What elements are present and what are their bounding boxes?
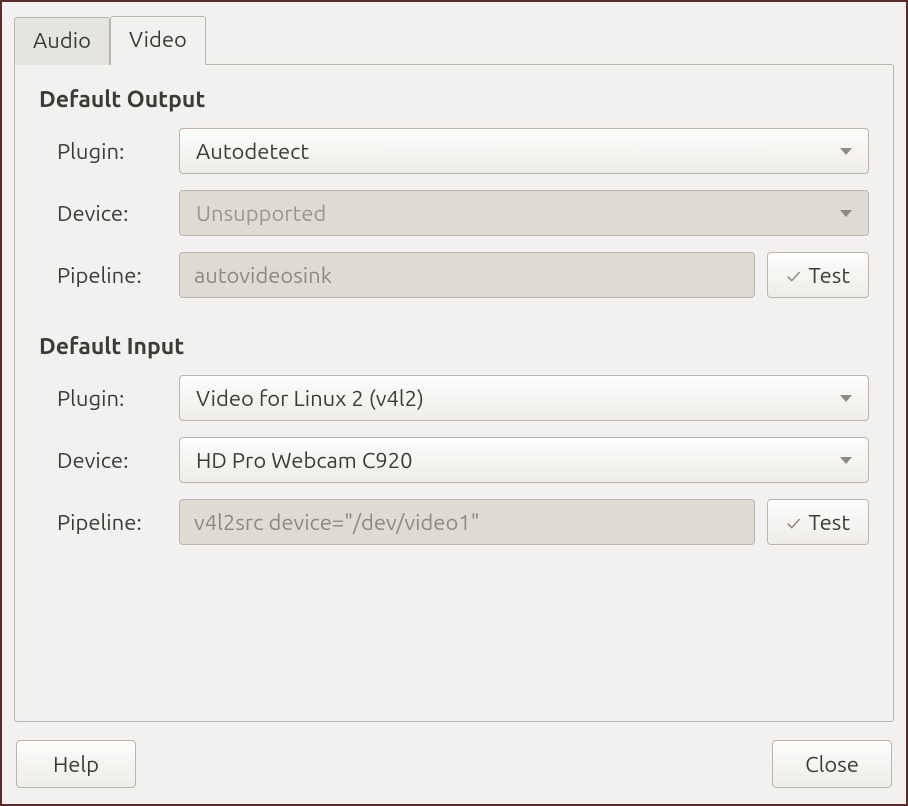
output-device-row: Device: Unsupported [39, 190, 869, 236]
check-icon: ✓ [786, 511, 800, 534]
input-test-button[interactable]: ✓ Test [767, 499, 869, 545]
input-section-title: Default Input [39, 334, 869, 359]
settings-dialog: Audio Video Default Output Plugin: Autod… [0, 0, 908, 806]
chevron-down-icon [840, 395, 852, 402]
output-test-button[interactable]: ✓ Test [767, 252, 869, 298]
output-test-label: Test [808, 263, 850, 288]
tab-audio[interactable]: Audio [14, 17, 110, 65]
output-plugin-combo[interactable]: Autodetect [179, 128, 869, 174]
chevron-down-icon [840, 210, 852, 217]
tab-strip: Audio Video [2, 2, 906, 64]
input-plugin-row: Plugin: Video for Linux 2 (v4l2) [39, 375, 869, 421]
output-device-value: Unsupported [196, 201, 832, 226]
input-device-value: HD Pro Webcam C920 [196, 448, 832, 473]
chevron-down-icon [840, 148, 852, 155]
section-default-input: Default Input Plugin: Video for Linux 2 … [39, 334, 869, 545]
check-icon: ✓ [786, 264, 800, 287]
input-device-combo[interactable]: HD Pro Webcam C920 [179, 437, 869, 483]
dialog-footer: Help Close [2, 740, 906, 804]
input-pipeline-entry[interactable]: v4l2src device="/dev/video1" [179, 499, 755, 545]
input-pipeline-row: Pipeline: v4l2src device="/dev/video1" ✓… [39, 499, 869, 545]
input-plugin-value: Video for Linux 2 (v4l2) [196, 386, 832, 411]
chevron-down-icon [840, 457, 852, 464]
output-plugin-row: Plugin: Autodetect [39, 128, 869, 174]
tab-content-video: Default Output Plugin: Autodetect Device… [14, 64, 894, 722]
help-button[interactable]: Help [16, 740, 136, 788]
output-pipeline-value: autovideosink [194, 263, 332, 288]
tab-video[interactable]: Video [110, 16, 206, 65]
output-pipeline-entry[interactable]: autovideosink [179, 252, 755, 298]
output-pipeline-row: Pipeline: autovideosink ✓ Test [39, 252, 869, 298]
output-device-label: Device: [39, 201, 179, 226]
output-section-title: Default Output [39, 87, 869, 112]
input-device-label: Device: [39, 448, 179, 473]
output-plugin-value: Autodetect [196, 139, 832, 164]
close-button[interactable]: Close [772, 740, 892, 788]
input-device-row: Device: HD Pro Webcam C920 [39, 437, 869, 483]
input-plugin-label: Plugin: [39, 386, 179, 411]
output-pipeline-label: Pipeline: [39, 263, 179, 288]
close-label: Close [805, 752, 859, 777]
help-label: Help [53, 752, 99, 777]
section-default-output: Default Output Plugin: Autodetect Device… [39, 87, 869, 298]
input-pipeline-value: v4l2src device="/dev/video1" [194, 510, 480, 535]
input-test-label: Test [808, 510, 850, 535]
input-pipeline-label: Pipeline: [39, 510, 179, 535]
input-plugin-combo[interactable]: Video for Linux 2 (v4l2) [179, 375, 869, 421]
output-device-combo: Unsupported [179, 190, 869, 236]
output-plugin-label: Plugin: [39, 139, 179, 164]
